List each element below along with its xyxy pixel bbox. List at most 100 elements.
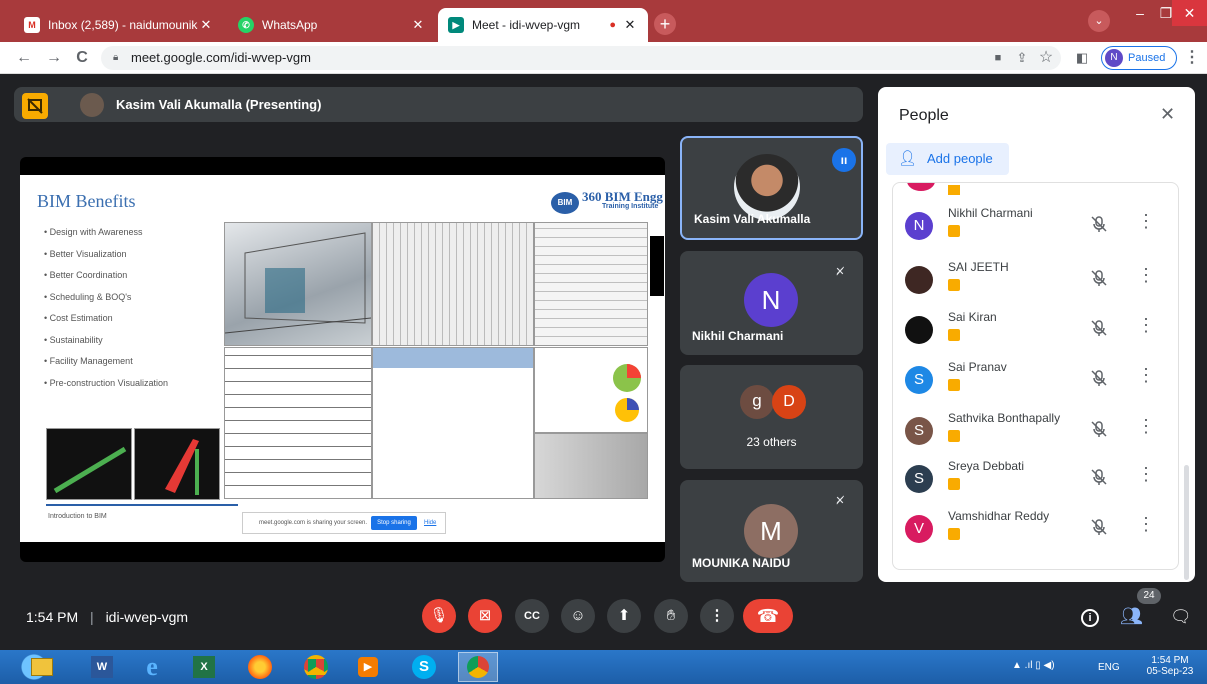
system-tray-icons[interactable]: ▲ .ıl ▯ ◀) (1012, 660, 1055, 671)
participants-list[interactable]: N Nikhil Charmani ⋮ SAI JEETH ⋮ Sai Kiran ⋮ S Sa… (892, 182, 1179, 570)
side-panel-icon[interactable]: ◧ (1072, 48, 1092, 68)
more-actions-icon[interactable]: ⋮ (1137, 417, 1155, 435)
emoji-button[interactable]: ☺ (561, 599, 595, 633)
more-actions-icon[interactable]: ⋮ (1137, 316, 1155, 334)
more-options-button[interactable]: ⋮ (700, 599, 734, 633)
gmail-icon: M (24, 17, 40, 33)
camera-toggle-button[interactable]: ⊠ (468, 599, 502, 633)
edge-icon[interactable]: e (136, 652, 168, 682)
mic-off-icon[interactable] (1089, 467, 1109, 487)
slide-title: BIM Benefits (37, 191, 136, 211)
captions-button[interactable]: CC (515, 599, 549, 633)
address-input[interactable]: 🔒︎ meet.google.com/idi-wvep-vgm (101, 46, 1061, 70)
tile-name: Nikhil Charmani (692, 329, 784, 343)
file-explorer-icon[interactable] (26, 652, 58, 682)
chrome-active-icon[interactable] (458, 652, 498, 682)
building-render-image (224, 222, 372, 346)
benefits-list: Design with Awareness Better Visualizati… (44, 222, 168, 394)
interior-render-image (534, 222, 648, 346)
avatar: N (744, 273, 798, 327)
profile-button[interactable]: N Paused (1101, 46, 1177, 70)
mic-off-icon[interactable] (1089, 368, 1109, 388)
back-icon[interactable]: ← (14, 48, 34, 68)
tab-search-icon[interactable]: ⌄ (1088, 10, 1110, 32)
more-actions-icon[interactable]: ⋮ (1137, 366, 1155, 384)
participant-name: Sreya Debbati (948, 459, 1025, 473)
avatar: M (744, 504, 798, 558)
more-actions-icon[interactable]: ⋮ (1137, 212, 1155, 230)
presentation-icon[interactable] (22, 93, 48, 119)
participant-row[interactable]: Sai Kiran ⋮ (893, 304, 1163, 354)
clash-render-image-1 (46, 428, 132, 500)
close-tab-icon[interactable]: ✕ (410, 17, 426, 33)
others-count: 23 others (746, 435, 797, 449)
participant-name: Sai Kiran (948, 310, 997, 324)
stop-sharing-button[interactable]: Stop sharing (371, 516, 417, 530)
mic-off-icon[interactable] (1089, 214, 1109, 234)
close-tab-icon[interactable]: ✕ (622, 17, 638, 33)
close-tab-icon[interactable]: ✕ (198, 17, 214, 33)
slide-footer: Introduction to BIM (48, 513, 107, 520)
mic-off-icon[interactable] (1089, 268, 1109, 288)
browser-menu-icon[interactable]: ⋮ (1182, 48, 1202, 68)
participant-row[interactable]: S Sathvika Bonthapally ⋮ (893, 405, 1163, 455)
word-icon[interactable]: W (86, 652, 118, 682)
present-button[interactable]: ⬆ (607, 599, 641, 633)
participant-row[interactable]: N Nikhil Charmani ⋮ (893, 200, 1163, 250)
panel-title: People (899, 107, 949, 124)
leave-call-button[interactable]: ☎︎ (743, 599, 793, 633)
language-indicator[interactable]: ENG (1098, 662, 1120, 673)
close-window-icon[interactable]: ✕ (1172, 0, 1207, 26)
people-panel: People ✕ 👤︎ Add people N Nikhil Charmani ⋮… (878, 87, 1195, 582)
excel-icon[interactable]: X (188, 652, 220, 682)
mic-toggle-button[interactable]: 🎙︎ (422, 599, 456, 633)
add-people-button[interactable]: 👤︎ Add people (886, 143, 1009, 175)
participant-row[interactable]: S Sreya Debbati ⋮ (893, 453, 1163, 503)
mic-off-icon[interactable] (1089, 517, 1109, 537)
people-icon[interactable]: 👥︎ (1120, 606, 1143, 627)
participant-tile[interactable]: ✕̸ N Nikhil Charmani (680, 251, 863, 355)
participant-count-badge: 24 (1137, 588, 1161, 604)
skype-icon[interactable]: S (408, 652, 440, 682)
more-actions-icon[interactable]: ⋮ (1137, 465, 1155, 483)
reload-icon[interactable]: C (72, 48, 92, 68)
meeting-info: 1:54 PM | idi-wvep-vgm (26, 609, 189, 625)
bullet-item: Better Visualization (44, 244, 168, 266)
hide-link[interactable]: Hide (424, 520, 436, 526)
schedule-software-image (372, 347, 534, 499)
raise-hand-button[interactable]: ✋︎ (654, 599, 688, 633)
mic-off-icon[interactable] (1089, 318, 1109, 338)
media-player-icon[interactable]: ▶ (352, 652, 384, 682)
chrome-icon[interactable] (300, 652, 332, 682)
avatar: V (905, 515, 933, 543)
close-panel-icon[interactable]: ✕ (1160, 104, 1175, 125)
floor-plan-image (224, 347, 372, 499)
share-icon[interactable]: ⇪ (1012, 48, 1032, 68)
tab-whatsapp-label: WhatsApp (262, 18, 318, 32)
forward-icon[interactable]: → (44, 48, 64, 68)
participant-row[interactable]: V Vamshidhar Reddy ⋮ (893, 503, 1163, 553)
camera-in-use-icon[interactable]: ■ (988, 48, 1008, 68)
recording-dot-icon: ● (609, 19, 616, 31)
tab-whatsapp[interactable]: ✆ WhatsApp ✕ (228, 8, 436, 42)
bookmark-star-icon[interactable]: ☆ (1036, 48, 1056, 68)
new-tab-button[interactable]: + (654, 13, 676, 35)
others-tile[interactable]: g D 23 others (680, 365, 863, 469)
participant-tile-presenter[interactable]: ıı Kasim Vali Akumalla (680, 136, 863, 240)
tab-meet[interactable]: ▶ Meet - idi-wvep-vgm ● ✕ (438, 8, 648, 42)
scrollbar[interactable] (1184, 465, 1189, 580)
firefox-icon[interactable] (244, 652, 276, 682)
mic-off-icon[interactable] (1089, 419, 1109, 439)
tab-gmail[interactable]: M Inbox (2,589) - naidumounika50t ✕ (14, 8, 224, 42)
chat-icon[interactable]: 🗨︎ (1170, 607, 1192, 627)
tag-icon (948, 430, 960, 442)
url-text: meet.google.com/idi-wvep-vgm (131, 50, 311, 65)
clock[interactable]: 1:54 PM 05-Sep-23 (1140, 655, 1200, 677)
meeting-details-icon[interactable]: i (1081, 609, 1099, 627)
more-actions-icon[interactable]: ⋮ (1137, 266, 1155, 284)
participant-row[interactable]: S Sai Pranav ⋮ (893, 354, 1163, 404)
more-actions-icon[interactable]: ⋮ (1137, 515, 1155, 533)
participant-tile-self[interactable]: ✕̸ M MOUNIKA NAIDU (680, 480, 863, 582)
participant-row[interactable]: SAI JEETH ⋮ (893, 254, 1163, 304)
avatar (907, 183, 935, 191)
